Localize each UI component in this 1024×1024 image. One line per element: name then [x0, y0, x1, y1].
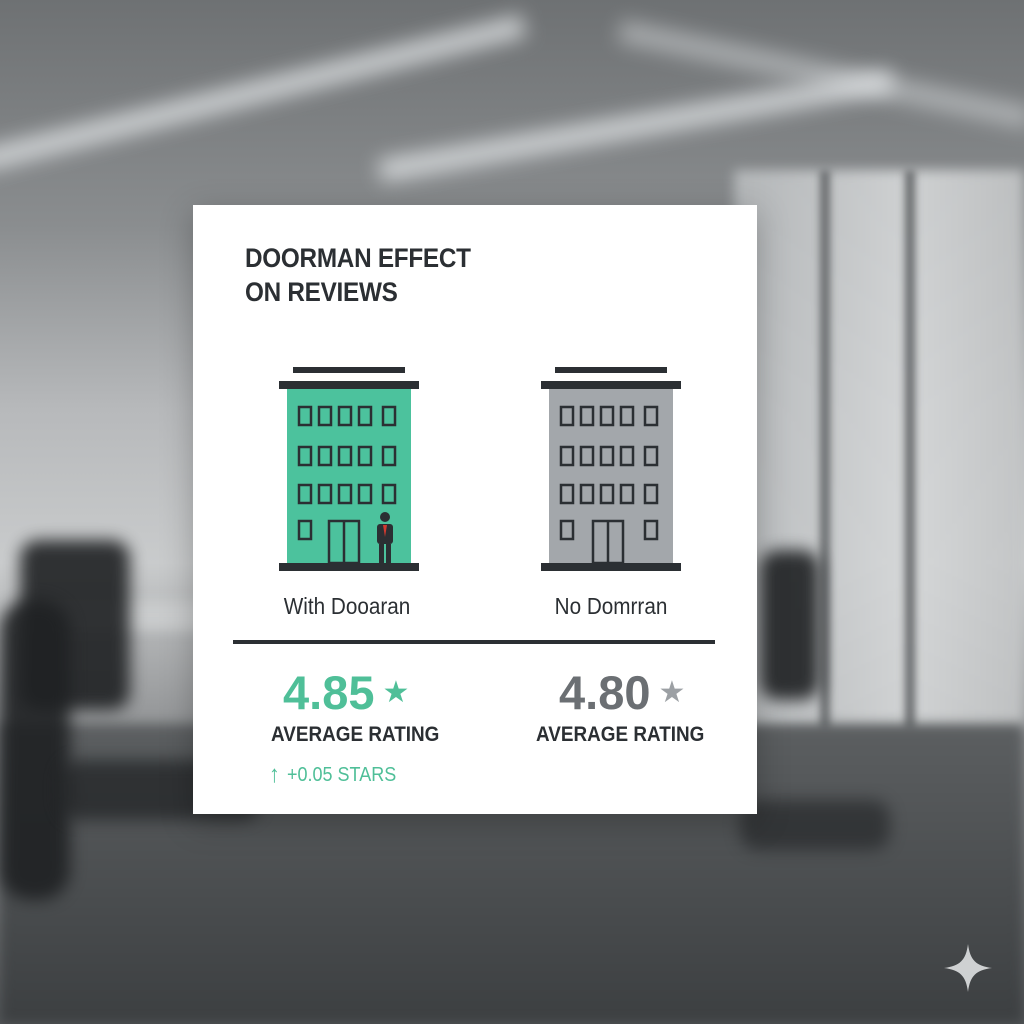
- with-doorman-rating-value: 4.85: [283, 666, 375, 719]
- title-line-1: DOORMAN EFFECT: [245, 243, 471, 273]
- title-line-2: ON REVIEWS: [245, 277, 398, 307]
- building-with-doorman-icon: [279, 367, 419, 571]
- no-doorman-rating-value: 4.80: [559, 666, 651, 719]
- with-doorman-label: With Dooaran: [283, 593, 411, 619]
- no-doorman-rating: 4.80 ★: [559, 665, 685, 720]
- star-icon: ★: [658, 676, 686, 709]
- sparkle-icon: [944, 944, 992, 992]
- building-icon: [541, 367, 681, 571]
- with-doorman-rating: 4.85 ★: [283, 665, 409, 720]
- rating-delta-text: +0.05 STARS: [287, 763, 397, 786]
- with-doorman-caption: AVERAGE RATING: [271, 723, 440, 746]
- arrow-up-icon: ↑: [269, 761, 280, 788]
- no-doorman-label: No Domrran: [554, 593, 668, 619]
- infographic-card: DOORMAN EFFECT ON REVIEWS With Dooaran N…: [193, 205, 757, 814]
- no-doorman-caption: AVERAGE RATING: [536, 723, 705, 746]
- star-icon: ★: [382, 676, 410, 709]
- infographic-title: DOORMAN EFFECT ON REVIEWS: [245, 241, 515, 309]
- rating-delta: ↑ +0.05 STARS: [269, 761, 396, 789]
- divider: [233, 640, 715, 644]
